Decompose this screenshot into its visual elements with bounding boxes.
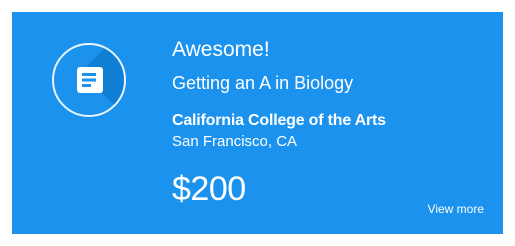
view-more-link[interactable]: View more: [428, 202, 484, 216]
college-name: California College of the Arts: [172, 112, 386, 129]
award-amount: $200: [172, 170, 246, 208]
card-headline: Awesome!: [172, 38, 270, 61]
achievement-title: Getting an A in Biology: [172, 73, 354, 93]
college-location: San Francisco, CA: [172, 133, 298, 150]
document-icon: [77, 67, 103, 93]
icon-circle: [52, 43, 126, 117]
scholarship-card: Awesome! Getting an A in Biology Califor…: [12, 12, 503, 234]
card-icon-badge: [52, 43, 126, 117]
